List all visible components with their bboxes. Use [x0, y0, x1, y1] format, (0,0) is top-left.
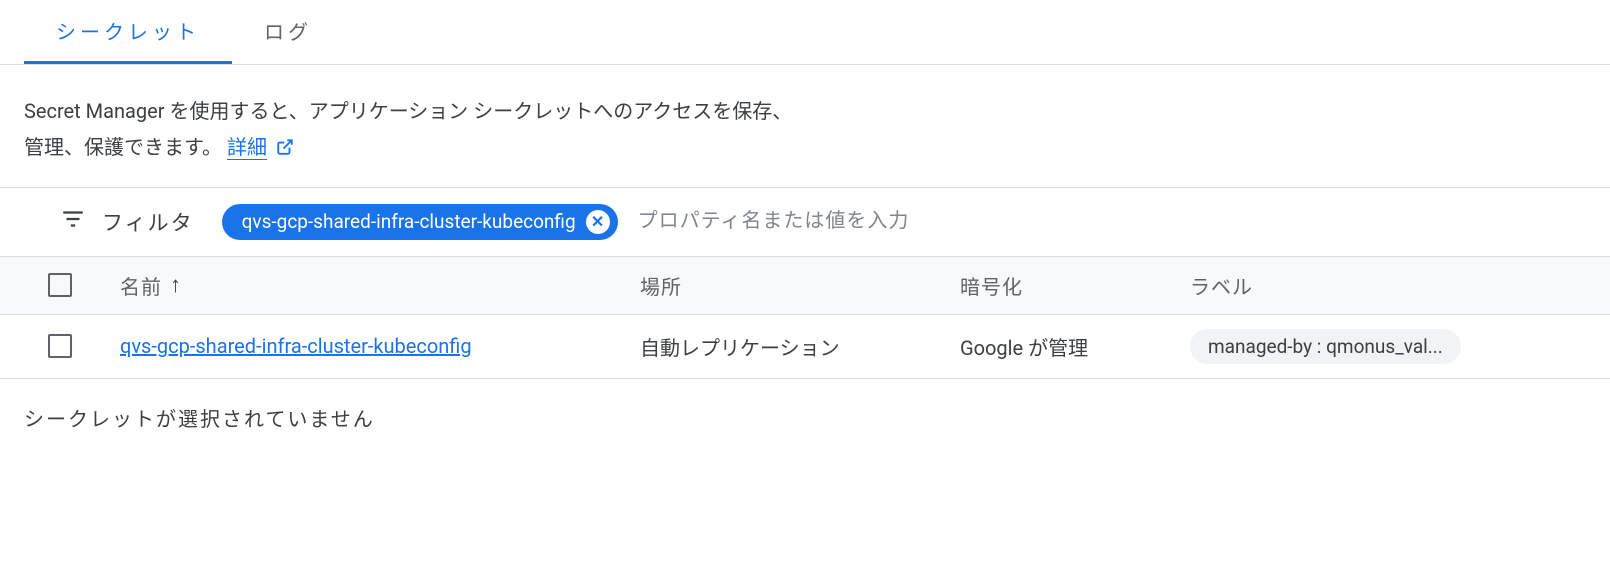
row-label-cell: managed-by : qmonus_val...: [1190, 329, 1610, 364]
sort-arrow-up-icon: ↑: [170, 272, 182, 298]
row-encryption-cell: Google が管理: [960, 332, 1190, 361]
row-location-cell: 自動レプリケーション: [640, 332, 960, 361]
selection-status: シークレットが選択されていません: [0, 379, 1610, 456]
table-row: qvs-gcp-shared-infra-cluster-kubeconfig …: [0, 315, 1610, 379]
header-name[interactable]: 名前 ↑: [120, 271, 640, 300]
filter-bar: フィルタ qvs-gcp-shared-infra-cluster-kubeco…: [0, 187, 1610, 256]
header-encryption[interactable]: 暗号化: [960, 271, 1190, 300]
tab-secrets[interactable]: シークレット: [24, 0, 232, 64]
filter-chip: qvs-gcp-shared-infra-cluster-kubeconfig …: [222, 204, 618, 240]
secret-name-link[interactable]: qvs-gcp-shared-infra-cluster-kubeconfig: [120, 334, 472, 358]
filter-chip-text: qvs-gcp-shared-infra-cluster-kubeconfig: [242, 210, 576, 233]
label-badge: managed-by : qmonus_val...: [1190, 329, 1461, 364]
header-location[interactable]: 場所: [640, 271, 960, 300]
select-all-checkbox[interactable]: [48, 273, 72, 297]
secrets-table: 名前 ↑ 場所 暗号化 ラベル qvs-gcp-shared-infra-clu…: [0, 256, 1610, 379]
header-name-label: 名前: [120, 271, 162, 300]
description-line2: 管理、保護できます。: [24, 135, 222, 159]
tabs-container: シークレット ログ: [0, 0, 1610, 65]
filter-label: フィルタ: [102, 207, 194, 237]
learn-more-link[interactable]: 詳細: [227, 135, 267, 160]
filter-input[interactable]: [634, 206, 1586, 237]
filter-chip-remove-icon[interactable]: ✕: [586, 210, 610, 234]
description-text: Secret Manager を使用すると、アプリケーション シークレットへのア…: [0, 65, 1610, 187]
row-name-cell: qvs-gcp-shared-infra-cluster-kubeconfig: [120, 334, 640, 358]
description-line1: Secret Manager を使用すると、アプリケーション シークレットへのア…: [24, 99, 792, 123]
tab-logs[interactable]: ログ: [232, 0, 344, 64]
row-checkbox[interactable]: [48, 334, 72, 358]
header-label[interactable]: ラベル: [1190, 271, 1610, 300]
table-header: 名前 ↑ 場所 暗号化 ラベル: [0, 256, 1610, 315]
filter-icon: [60, 206, 86, 238]
header-checkbox-cell: [0, 273, 120, 297]
row-checkbox-cell: [0, 334, 120, 358]
external-link-icon: [276, 131, 294, 167]
